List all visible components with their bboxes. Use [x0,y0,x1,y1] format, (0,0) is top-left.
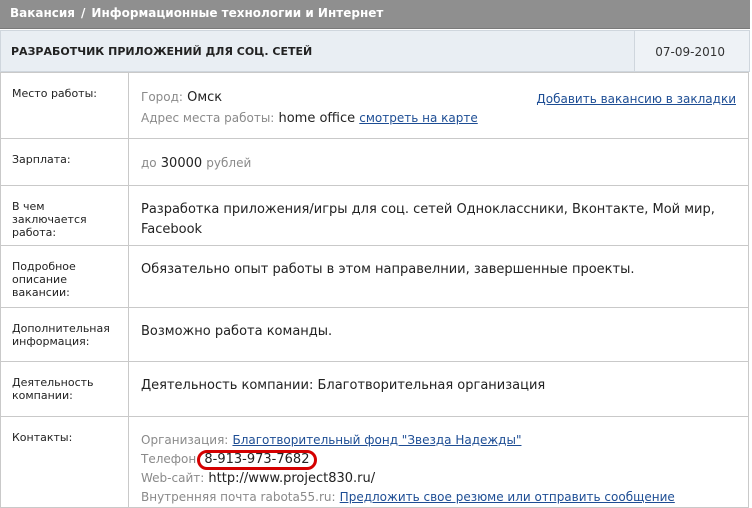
row-location: Место работы: Добавить вакансию в заклад… [0,72,749,139]
city-label: Город: [141,90,183,104]
contacts-label: Контакты: [0,416,129,508]
site-label: Web-сайт: [141,471,205,485]
company-label: Деятельность компании: [0,361,129,417]
breadcrumb-vacancy[interactable]: Вакансия [10,6,75,20]
contacts-value: Организация: Благотворительный фонд "Зве… [128,416,749,508]
work-label: В чем заключается работа: [0,185,129,246]
site-value: http://www.project830.ru/ [208,471,376,486]
org-link[interactable]: Благотворительный фонд "Звезда Надежды" [232,433,521,447]
vacancy-date-cell: 07-09-2010 [634,31,749,71]
company-text: Деятельность компании: Благотворительная… [128,361,749,417]
row-contacts: Контакты: Организация: Благотворительный… [0,416,749,508]
salary-label: Зарплата: [0,138,129,186]
vacancy-header: РАЗРАБОТЧИК ПРИЛОЖЕНИЙ ДЛЯ СОЦ. СЕТЕЙ 07… [0,30,750,72]
row-company: Деятельность компании: Деятельность комп… [0,361,749,417]
red-highlight-circle [197,450,318,470]
phone-label: Телефон: [141,452,201,466]
work-text: Разработка приложения/игры для соц. сете… [128,185,749,246]
additional-text: Возможно работа команды. [128,307,749,362]
breadcrumb-separator: / [81,6,86,20]
row-description: Подробное описание вакансии: Обязательно… [0,245,749,308]
location-value: Добавить вакансию в закладки Город: Омск… [128,72,749,139]
address-label: Адрес места работы: [141,111,275,125]
vacancy-details-table: Место работы: Добавить вакансию в заклад… [0,72,749,508]
address-value: home office [278,111,356,126]
description-text: Обязательно опыт работы в этом направелн… [128,245,749,308]
salary-currency: рублей [206,156,252,170]
row-salary: Зарплата: до 30000 рублей [0,138,749,186]
bookmark-link[interactable]: Добавить вакансию в закладки [536,89,736,109]
mail-label: Внутренняя почта rabota55.ru: [141,490,336,504]
salary-prefix: до [141,156,157,170]
send-message-link[interactable]: Предложить свое резюме или отправить соо… [340,490,675,504]
vacancy-date: 07-09-2010 [655,45,725,59]
salary-value: до 30000 рублей [128,138,749,186]
additional-label: Дополнительная информация: [0,307,129,362]
org-label: Организация: [141,433,229,447]
breadcrumb-category[interactable]: Информационные технологии и Интернет [91,6,383,20]
salary-amount: 30000 [160,156,203,171]
phone-highlight: 8-913-973-7682 [197,450,318,470]
description-label: Подробное описание вакансии: [0,245,129,308]
row-work: В чем заключается работа: Разработка при… [0,185,749,246]
row-additional: Дополнительная информация: Возможно рабо… [0,307,749,362]
breadcrumb: Вакансия / Информационные технологии и Инт… [10,6,383,20]
location-label: Место работы: [0,72,129,139]
city-value: Омск [187,90,223,105]
breadcrumb-bar: Вакансия / Информационные технологии и Инт… [0,0,750,29]
map-link[interactable]: смотреть на карте [359,111,477,125]
vacancy-title: РАЗРАБОТЧИК ПРИЛОЖЕНИЙ ДЛЯ СОЦ. СЕТЕЙ [11,45,313,58]
vacancy-page: Вакансия / Информационные технологии и Инт… [0,0,750,508]
